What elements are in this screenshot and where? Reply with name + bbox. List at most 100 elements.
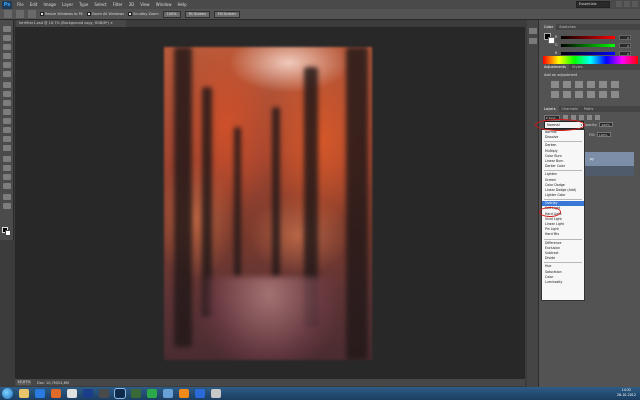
zoom-out-icon[interactable]: [28, 10, 36, 18]
history-brush-tool-icon[interactable]: [3, 109, 11, 115]
vibrance-icon[interactable]: [599, 81, 607, 88]
blend-mode-item[interactable]: Lighter Color: [542, 193, 584, 198]
vlc-icon[interactable]: [179, 389, 189, 398]
document-image[interactable]: [164, 47, 372, 360]
pixel-filter-icon[interactable]: [563, 115, 568, 120]
crop-tool-icon[interactable]: [3, 62, 11, 68]
maximize-button[interactable]: [624, 1, 630, 7]
menu-help[interactable]: Help: [174, 2, 189, 7]
opacity-input[interactable]: 100%: [599, 122, 614, 127]
photo-filter-icon[interactable]: [575, 91, 583, 98]
menu-filter[interactable]: Filter: [110, 2, 126, 7]
background-color-swatch[interactable]: [5, 230, 11, 236]
adjustment-filter-icon[interactable]: [571, 115, 576, 120]
resize-windows-checkbox[interactable]: Resize Windows to Fit: [40, 12, 83, 16]
ie-icon[interactable]: [35, 389, 45, 398]
smart-object-filter-icon[interactable]: [595, 115, 600, 120]
doc-info[interactable]: Doc: 10,7M/24,6M: [37, 381, 69, 385]
menu-3d[interactable]: 3D: [126, 2, 138, 7]
photoshop-taskbar-icon[interactable]: [114, 388, 126, 399]
fill-input[interactable]: 100%: [596, 132, 611, 137]
menu-window[interactable]: Window: [153, 2, 175, 7]
fit-screen-button[interactable]: Fit Screen: [184, 10, 210, 18]
healing-brush-tool-icon[interactable]: [3, 82, 11, 88]
lightroom-icon[interactable]: [83, 389, 93, 398]
blend-mode-item[interactable]: Hard Mix: [542, 232, 584, 237]
app-icon[interactable]: [163, 389, 173, 398]
fill-screen-button[interactable]: Fill Screen: [213, 10, 240, 18]
marquee-tool-icon[interactable]: [3, 35, 11, 41]
layer-kind-filter[interactable]: P Kind: [544, 114, 560, 121]
red-slider[interactable]: [561, 35, 615, 39]
app-icon[interactable]: [67, 389, 77, 398]
tab-paths[interactable]: Paths: [581, 106, 597, 112]
checkbox-box[interactable]: [128, 12, 133, 16]
color-lookup-icon[interactable]: [599, 91, 607, 98]
shape-tool-icon[interactable]: [3, 183, 11, 189]
eraser-tool-icon[interactable]: [3, 118, 11, 124]
workspace-select[interactable]: Essentials: [576, 1, 610, 8]
menu-layer[interactable]: Layer: [59, 2, 76, 7]
menu-type[interactable]: Type: [76, 2, 91, 7]
dodge-tool-icon[interactable]: [3, 145, 11, 151]
blend-mode-item[interactable]: Dissolve: [542, 135, 584, 140]
blend-mode-item[interactable]: Darker Color: [542, 164, 584, 169]
menu-image[interactable]: Image: [40, 2, 59, 7]
blue-value[interactable]: 0: [619, 50, 631, 56]
levels-icon[interactable]: [563, 81, 571, 88]
blend-mode-item[interactable]: Luminosity: [542, 280, 584, 285]
spotify-icon[interactable]: [147, 389, 157, 398]
blue-slider[interactable]: [561, 51, 615, 55]
start-button[interactable]: [2, 388, 13, 399]
clone-stamp-tool-icon[interactable]: [3, 100, 11, 106]
tab-styles[interactable]: Styles: [569, 64, 586, 70]
type-filter-icon[interactable]: [579, 115, 584, 120]
quick-select-tool-icon[interactable]: [3, 53, 11, 59]
black-white-icon[interactable]: [563, 91, 571, 98]
tab-swatches[interactable]: Swatches: [556, 24, 579, 30]
minimize-button[interactable]: [616, 1, 622, 7]
zoom-level[interactable]: 16,67%: [17, 380, 31, 385]
app-icon[interactable]: [99, 389, 109, 398]
close-button[interactable]: [632, 1, 638, 7]
scrubby-zoom-checkbox[interactable]: Scrubby Zoom: [128, 12, 159, 16]
actual-pixels-button[interactable]: 100%: [162, 10, 181, 18]
zoom-tool-icon[interactable]: [3, 203, 11, 209]
zoom-all-windows-checkbox[interactable]: Zoom All Windows: [86, 12, 124, 16]
app-icon[interactable]: [211, 389, 221, 398]
green-slider[interactable]: [561, 43, 615, 47]
tab-layers[interactable]: Layers: [541, 106, 559, 112]
exposure-icon[interactable]: [587, 81, 595, 88]
zoom-tool-icon[interactable]: [4, 10, 12, 18]
brightness-icon[interactable]: [551, 81, 559, 88]
explorer-icon[interactable]: [19, 389, 29, 398]
gradient-tool-icon[interactable]: [3, 127, 11, 133]
menu-edit[interactable]: Edit: [27, 2, 41, 7]
background-swatch[interactable]: [548, 37, 555, 44]
eyedropper-tool-icon[interactable]: [3, 71, 11, 77]
shape-filter-icon[interactable]: [587, 115, 592, 120]
menu-select[interactable]: Select: [91, 2, 109, 7]
word-icon[interactable]: [195, 389, 205, 398]
blur-tool-icon[interactable]: [3, 136, 11, 142]
path-select-tool-icon[interactable]: [3, 174, 11, 180]
properties-panel-icon[interactable]: [529, 38, 537, 44]
brush-tool-icon[interactable]: [3, 91, 11, 97]
app-icon[interactable]: [131, 389, 141, 398]
lasso-tool-icon[interactable]: [3, 44, 11, 50]
tab-color[interactable]: Color: [541, 24, 557, 30]
channel-mixer-icon[interactable]: [587, 91, 595, 98]
tab-channels[interactable]: Channels: [559, 106, 581, 112]
history-panel-icon[interactable]: [529, 28, 537, 34]
invert-icon[interactable]: [611, 91, 619, 98]
firefox-icon[interactable]: [51, 389, 61, 398]
green-value[interactable]: 0: [619, 42, 631, 48]
pen-tool-icon[interactable]: [3, 156, 11, 162]
color-spectrum-bar[interactable]: [543, 56, 638, 64]
menu-file[interactable]: File: [14, 2, 27, 7]
blend-mode-item[interactable]: Divide: [542, 256, 584, 261]
tab-adjustments[interactable]: Adjustments: [541, 64, 569, 70]
document-tab[interactable]: forrfilter1.psd @ 16,7% (Background copy…: [16, 20, 126, 27]
checkbox-box[interactable]: [40, 12, 44, 16]
hand-tool-icon[interactable]: [3, 194, 11, 200]
